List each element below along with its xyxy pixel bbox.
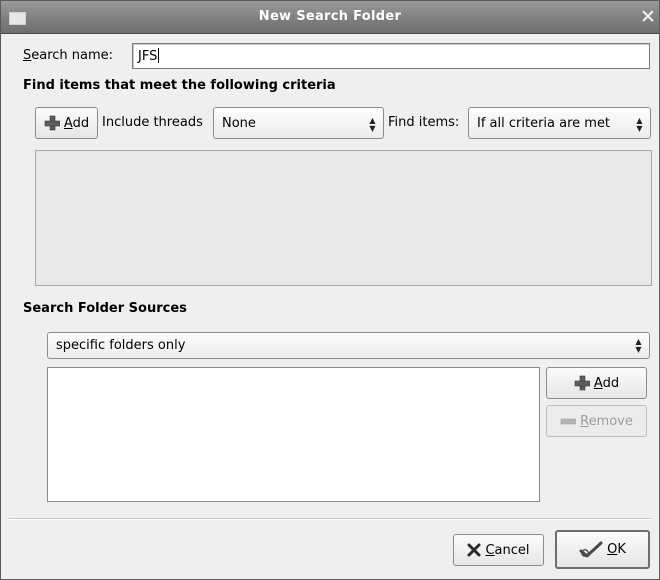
sources-add-content: Add	[547, 368, 646, 398]
sources-add-button[interactable]: Add	[546, 367, 647, 399]
ok-content: OK	[557, 532, 648, 567]
sources-folder-list[interactable]	[47, 367, 540, 502]
search-name-value-text: JFS	[138, 49, 158, 64]
dialog-window: New Search Folder ✕ Search name: JFS Fin…	[0, 0, 660, 580]
search-name-value: JFS	[138, 48, 160, 64]
text-caret	[158, 48, 160, 63]
updown-arrow-icon: ▲ ▼	[635, 337, 642, 354]
cancel-label: Cancel	[485, 543, 529, 558]
sources-remove-content: Remove	[547, 406, 646, 436]
sources-scope-select[interactable]: specific folders only ▲ ▼	[47, 332, 650, 359]
include-threads-value: None	[222, 116, 256, 131]
criteria-add-button[interactable]: Add	[35, 107, 98, 139]
plus-icon	[44, 115, 60, 131]
title-bar[interactable]: New Search Folder ✕	[1, 1, 659, 34]
ok-button[interactable]: OK	[555, 530, 650, 569]
sources-scope-value: specific folders only	[56, 338, 186, 353]
x-icon	[467, 543, 481, 557]
criteria-add-label: Add	[64, 116, 89, 131]
cancel-mnemonic: C	[485, 542, 495, 558]
cancel-content: Cancel	[454, 535, 543, 565]
include-threads-label: Include threads	[102, 115, 203, 130]
criteria-add-content: Add	[36, 108, 97, 138]
updown-arrow-icon: ▲ ▼	[636, 116, 643, 133]
find-items-value: If all criteria are met	[477, 116, 611, 131]
ok-mnemonic: O	[607, 542, 618, 557]
checkmark-icon	[579, 541, 603, 557]
sources-remove-button[interactable]: Remove	[546, 405, 647, 437]
ok-text: K	[617, 542, 626, 557]
cancel-button[interactable]: Cancel	[453, 534, 544, 566]
window-title: New Search Folder	[258, 9, 402, 24]
criteria-add-text: dd	[72, 115, 90, 131]
cancel-text: ancel	[494, 542, 530, 558]
sources-heading: Search Folder Sources	[23, 301, 187, 316]
footer-separator	[9, 518, 651, 520]
search-name-label-text: earch name:	[31, 48, 114, 63]
criteria-add-mnemonic: A	[63, 115, 73, 131]
ok-label: OK	[607, 542, 626, 557]
criteria-heading: Find items that meet the following crite…	[23, 78, 336, 93]
sources-add-text: dd	[602, 375, 620, 391]
sources-remove-label: Remove	[580, 414, 633, 429]
criteria-list[interactable]	[35, 150, 652, 286]
updown-arrow-icon: ▲ ▼	[369, 116, 376, 133]
sources-add-mnemonic: A	[593, 375, 603, 391]
minus-icon	[560, 418, 577, 425]
find-items-label: Find items:	[388, 115, 460, 130]
find-items-select[interactable]: If all criteria are met ▲ ▼	[468, 107, 651, 139]
sources-remove-text: emove	[588, 413, 633, 429]
search-name-label: Search name:	[23, 48, 113, 63]
include-threads-select[interactable]: None ▲ ▼	[213, 107, 384, 139]
sources-remove-mnemonic: R	[580, 413, 589, 429]
plus-icon	[574, 375, 590, 391]
close-icon[interactable]: ✕	[639, 7, 657, 27]
search-name-input[interactable]: JFS	[132, 43, 650, 69]
sources-add-label: Add	[594, 376, 619, 391]
